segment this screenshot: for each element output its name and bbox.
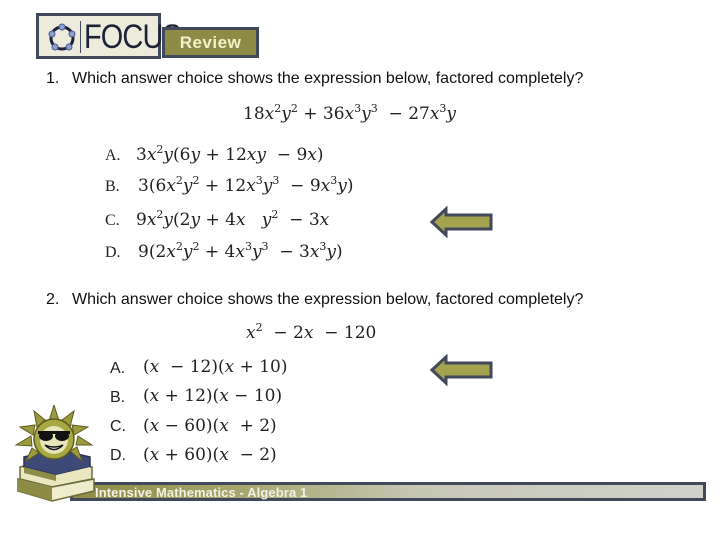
q1-choice-d[interactable]: 9(2x2y2 + 4x3y3 − 3x3y) <box>138 241 343 262</box>
focus-ring-logo-icon <box>48 23 76 51</box>
choice-letter: B. <box>105 178 120 195</box>
choice-letter: D. <box>110 447 126 464</box>
choice-letter: C. <box>110 418 126 435</box>
q2-choice-a[interactable]: (x − 12)(x + 10) <box>143 357 288 377</box>
question-text: Which answer choice shows the expression… <box>72 291 584 308</box>
question-number: 2. <box>46 291 60 308</box>
q1-choice-c[interactable]: 9x2y(2y + 4x y2 − 3x <box>136 209 329 230</box>
expression-text: 18x2y2 + 36x3y3 − 27x3y <box>243 102 457 124</box>
q1-choice-b[interactable]: 3(6x2y2 + 12x3y3 − 9x3y) <box>138 175 353 196</box>
choice-letter: B. <box>110 389 126 406</box>
logo-divider <box>80 21 81 53</box>
left-arrow-icon <box>430 206 493 238</box>
review-badge: Review <box>162 27 259 58</box>
question-2-expression: x2 − 2x − 120 <box>246 321 377 343</box>
question-2-prompt: 2. Which answer choice shows the expressi… <box>46 291 583 309</box>
q2-choice-c[interactable]: (x − 60)(x + 2) <box>143 416 277 436</box>
question-1-prompt: 1. Which answer choice shows the expressi… <box>46 70 583 88</box>
question-number: 1. <box>46 70 60 87</box>
choice-letter: D. <box>105 244 121 261</box>
expression-text: x2 − 2x − 120 <box>246 321 377 343</box>
choice-letter: A. <box>105 147 121 164</box>
q2-choice-b[interactable]: (x + 12)(x − 10) <box>143 386 282 406</box>
sun-with-sunglasses-on-books-icon <box>14 405 95 502</box>
left-arrow-icon <box>430 354 493 386</box>
choice-letter: C. <box>105 212 120 229</box>
q2-choice-d[interactable]: (x + 60)(x − 2) <box>143 445 277 465</box>
q1-choice-a[interactable]: 3x2y(6y + 12xy − 9x) <box>136 144 324 165</box>
focus-logo: FOCUS <box>36 13 182 59</box>
question-1-expression: 18x2y2 + 36x3y3 − 27x3y <box>243 102 457 124</box>
question-text: Which answer choice shows the expression… <box>72 70 584 87</box>
choice-letter: A. <box>110 360 126 377</box>
course-title: Intensive Mathematics - Algebra 1 <box>95 485 308 500</box>
